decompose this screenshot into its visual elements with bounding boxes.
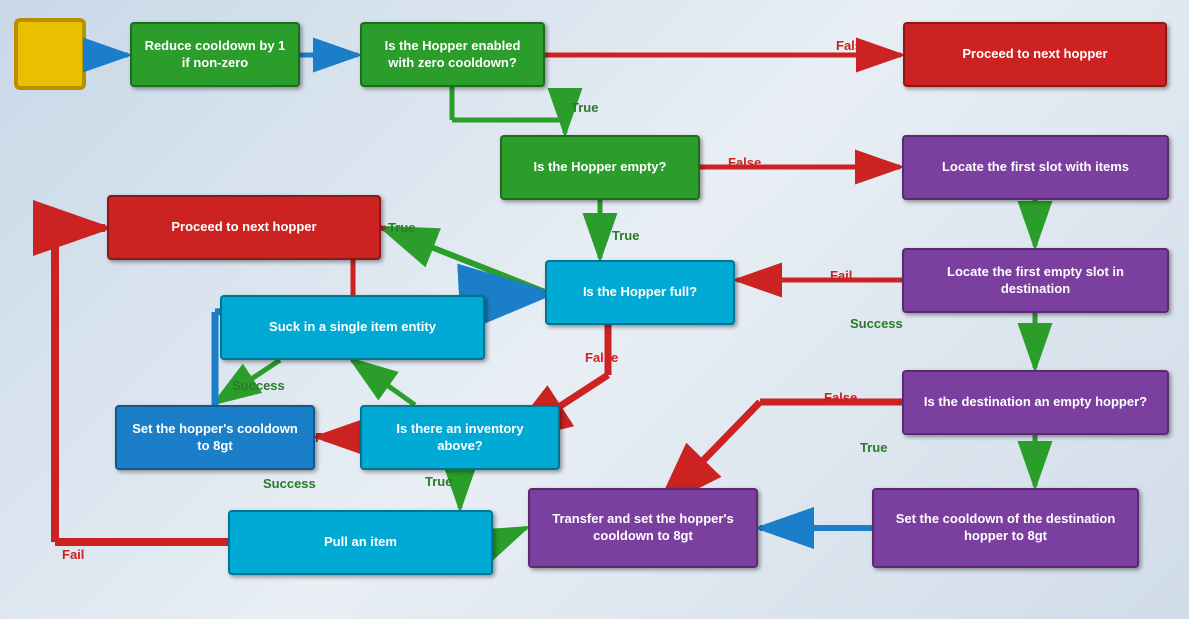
label-false-5: False bbox=[315, 430, 348, 445]
label-fail-1: Fail bbox=[830, 268, 852, 283]
node-reduce_cooldown: Reduce cooldown by 1 if non-zero bbox=[130, 22, 300, 87]
label-false-3: False bbox=[585, 350, 618, 365]
label-false-2: False bbox=[728, 155, 761, 170]
label-true-1: True bbox=[571, 100, 598, 115]
node-is_dest_empty_hopper: Is the destination an empty hopper? bbox=[902, 370, 1169, 435]
node-set_cooldown: Set the hopper's cooldown to 8gt bbox=[115, 405, 315, 470]
node-suck_item: Suck in a single item entity bbox=[220, 295, 485, 360]
label-false-1: False bbox=[836, 38, 869, 53]
node-is_inventory_above: Is there an inventory above? bbox=[360, 405, 560, 470]
label-false-4: False bbox=[824, 390, 857, 405]
node-pull_item: Pull an item bbox=[228, 510, 493, 575]
label-fail-3: Fail bbox=[62, 547, 84, 562]
node-is_hopper_full: Is the Hopper full? bbox=[545, 260, 735, 325]
label-true-2: True bbox=[612, 228, 639, 243]
node-proceed_next_1: Proceed to next hopper bbox=[903, 22, 1167, 87]
node-set_cooldown_dest: Set the cooldown of the destination hopp… bbox=[872, 488, 1139, 568]
node-is_hopper_enabled: Is the Hopper enabled with zero cooldown… bbox=[360, 22, 545, 87]
label-true-5: True bbox=[425, 474, 452, 489]
label-true-3: True bbox=[388, 220, 415, 235]
label-true-4: True bbox=[860, 440, 887, 455]
label-success-2: Success bbox=[232, 378, 285, 393]
step-number bbox=[14, 18, 86, 90]
node-is_hopper_empty: Is the Hopper empty? bbox=[500, 135, 700, 200]
node-proceed_next_2: Proceed to next hopper bbox=[107, 195, 381, 260]
node-locate_empty_slot: Locate the first empty slot in destinati… bbox=[902, 248, 1169, 313]
label-success-1: Success bbox=[850, 316, 903, 331]
label-success-3: Success bbox=[263, 476, 316, 491]
node-locate_first_slot: Locate the first slot with items bbox=[902, 135, 1169, 200]
node-transfer_set: Transfer and set the hopper's cooldown t… bbox=[528, 488, 758, 568]
